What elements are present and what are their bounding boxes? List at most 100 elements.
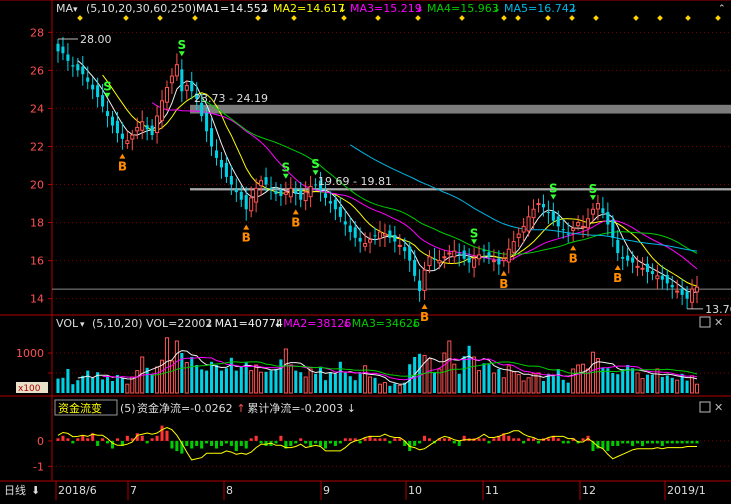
period-down-arrow-icon[interactable]: ⬇ [31, 484, 40, 497]
ma-line-30 [201, 98, 698, 255]
time-axis-bar: 日线 ⬇ 2018/6 7 8 9 10 11 12 2019/1 [4, 481, 706, 500]
event-marker-icon[interactable] [501, 15, 507, 21]
event-marker-icon[interactable] [515, 15, 521, 21]
panel-close-icon[interactable]: ✕ [714, 316, 723, 329]
event-marker-icon[interactable] [593, 15, 599, 21]
candle-body [531, 208, 536, 219]
capital-flow-bar [452, 440, 456, 444]
volume-bar [650, 374, 654, 393]
volume-bar [264, 371, 268, 393]
volume-bar [274, 369, 278, 393]
volume-bar [531, 373, 536, 394]
volume-bar [516, 374, 521, 394]
candle [169, 68, 174, 94]
event-marker-icon[interactable] [341, 15, 347, 21]
capital-flow-bar [214, 440, 219, 449]
sell-arrow-icon [589, 195, 596, 201]
capital-values: 资金净流=-0.0262 ↑ 累计净流=-0.2003 ↓ [137, 401, 356, 415]
candle [521, 218, 526, 243]
volume-bar [120, 377, 124, 393]
period-selector[interactable]: 日线 [4, 483, 26, 497]
candle-body [91, 84, 95, 90]
capital-flow-bar [517, 438, 521, 441]
sell-signal: S [549, 182, 558, 196]
panel-maximize-icon[interactable] [699, 401, 711, 413]
capital-panel-controls[interactable]: ✕ [699, 401, 723, 414]
event-marker-icon[interactable] [415, 15, 421, 21]
candle [487, 242, 491, 264]
stock-chart-svg[interactable]: MA ▾ (5,10,20,30,60,250) MA1=14.552↓ MA2=… [0, 0, 731, 500]
month-label: 8 [226, 484, 233, 497]
candle [418, 269, 422, 302]
capital-flow-bar [388, 440, 392, 444]
candle-body [333, 199, 337, 210]
volume-bar [353, 380, 357, 393]
volume-bar [616, 374, 620, 393]
event-marker-icon[interactable] [291, 15, 297, 21]
capital-flow-bar [522, 440, 526, 444]
candle [640, 257, 645, 276]
candle-body [408, 246, 412, 261]
price-tick-label: 28 [30, 26, 44, 39]
ma-indicator-label[interactable]: MA [56, 2, 73, 15]
volume-bar [249, 370, 254, 394]
event-marker-icon[interactable] [375, 15, 381, 21]
capital-flow-bar [105, 440, 110, 444]
candle [348, 216, 352, 241]
capital-indicator-label[interactable]: 资金流变 [58, 401, 102, 415]
volume-bar [491, 372, 496, 394]
capital-flow-bar [219, 440, 224, 446]
volume-bar [348, 376, 352, 393]
candle [210, 117, 214, 156]
volume-bar [467, 345, 471, 393]
price-tick-label: 20 [30, 179, 44, 192]
event-marker-icon[interactable] [715, 15, 721, 21]
candle [61, 36, 65, 61]
vol-dropdown-icon[interactable]: ▾ [80, 320, 85, 330]
volume-panel-controls[interactable]: ✕ [699, 316, 723, 329]
candle [81, 55, 85, 86]
capital-flow-bar [86, 438, 90, 441]
event-marker-icon[interactable] [192, 15, 198, 21]
event-marker-icon[interactable] [77, 15, 83, 21]
candle-body [190, 81, 194, 92]
candle-body [581, 225, 586, 228]
candle-body [110, 116, 115, 126]
panel-maximize-icon[interactable] [699, 316, 711, 328]
capital-flow-bar [393, 438, 397, 441]
sell-signal: S [103, 80, 112, 94]
event-marker-icon[interactable] [657, 15, 663, 21]
ma-dropdown-icon[interactable]: ▾ [73, 5, 78, 15]
minimize-icon[interactable]: ⌃ [718, 4, 726, 14]
event-marker-icon[interactable] [545, 15, 551, 21]
capital-flow-bar [170, 440, 174, 449]
volume-bar [457, 373, 461, 393]
candle [432, 247, 437, 271]
event-marker-icon[interactable] [123, 15, 129, 21]
capital-flow-bar [348, 438, 352, 441]
capital-flow-bar [611, 440, 615, 446]
candle-body [314, 184, 318, 186]
candle [694, 275, 700, 304]
candle [377, 220, 383, 247]
candle [388, 224, 392, 243]
volume-bar [318, 366, 323, 393]
event-marker-icon[interactable] [569, 15, 575, 21]
ma-line-20 [151, 102, 698, 270]
price-tick-label: 26 [30, 64, 44, 77]
volume-bar [125, 383, 130, 394]
event-marker-icon[interactable] [459, 15, 465, 21]
event-marker-icon[interactable] [685, 15, 691, 21]
panel-close-icon[interactable]: ✕ [714, 401, 723, 414]
capital-flow-bar [96, 440, 100, 446]
candle [190, 71, 194, 100]
event-marker-icon[interactable] [633, 15, 639, 21]
event-marker-icon[interactable] [255, 15, 261, 21]
capital-flow-bar [675, 440, 679, 444]
volume-bar [442, 352, 447, 394]
vol-indicator-label[interactable]: VOL [56, 317, 79, 330]
event-marker-icon[interactable] [157, 15, 163, 21]
candle [174, 53, 179, 81]
volume-bar [482, 363, 486, 393]
capital-flow-bar [145, 440, 149, 444]
